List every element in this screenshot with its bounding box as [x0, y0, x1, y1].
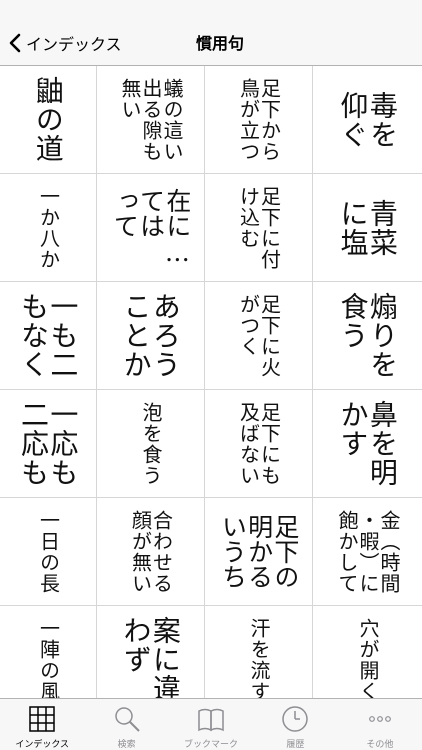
back-button[interactable]: インデックス [8, 28, 122, 58]
idiom-text: 案に違 わず [119, 616, 182, 698]
grid-icon [27, 704, 57, 734]
idiom-text: 煽りを 食う [336, 292, 399, 379]
tab-label: 履歴 [286, 740, 305, 750]
idiom-cell[interactable]: 一陣の風 [0, 606, 97, 698]
idiom-text: 足下から 鳥が立つ [236, 77, 282, 162]
idiom-text: 鼬の道 [31, 76, 65, 163]
idiom-cell[interactable]: 汗を流す [205, 606, 313, 698]
idiom-text: 一日の長 [36, 509, 61, 594]
idiom-cell[interactable]: 案に違 わず [97, 606, 205, 698]
idiom-cell[interactable]: 足下にも 及ばない [205, 390, 313, 498]
idiom-text: 合わせる 顔が無い [128, 509, 174, 594]
chevron-left-icon [9, 33, 21, 53]
idiom-text: 青菜 に塩 [336, 198, 399, 257]
navigation-bar: インデックス 慣用句 [0, 0, 422, 66]
idiom-cell[interactable]: 一日の長 [0, 498, 97, 606]
idiom-cell[interactable]: 合わせる 顔が無い [97, 498, 205, 606]
idiom-grid: 鼬の道 蟻の這い 出る隙も 無い 足下から 鳥が立つ 毒を 仰ぐ一か八か 在に… ては … [0, 66, 422, 698]
idiom-cell[interactable]: 穴が開く [313, 606, 422, 699]
idiom-cell[interactable]: 一応も 二応も [0, 390, 97, 498]
idiom-cell[interactable]: 煽りを 食う [313, 282, 422, 390]
idiom-cell[interactable]: 足下に付 け込む [205, 174, 313, 282]
idiom-text: 鼻を明 かす [336, 400, 399, 487]
tab-label: インデックス [15, 740, 70, 750]
idiom-cell[interactable]: 足下から 鳥が立つ [205, 66, 313, 174]
idiom-text: 蟻の這い 出る隙も 無い [118, 77, 184, 162]
idiom-text: 足下にも 及ばない [236, 401, 282, 486]
tab-label: ブックマーク [184, 740, 239, 750]
idiom-text: 汗を流す [247, 617, 271, 699]
idiom-cell[interactable]: 足下の 明かる いうち [205, 498, 313, 606]
back-button-label: インデックス [26, 35, 122, 54]
idiom-cell[interactable]: 泡を食う [97, 390, 205, 498]
idiom-cell[interactable]: 金（時間 ・暇）に 飽かして [313, 498, 422, 606]
idiom-cell[interactable]: 足下に火 がつく [205, 282, 313, 390]
clock-icon [280, 704, 310, 734]
idiom-grid-inner: 鼬の道 蟻の這い 出る隙も 無い 足下から 鳥が立つ 毒を 仰ぐ一か八か 在に… ては … [0, 66, 422, 698]
idiom-cell[interactable]: 毒を 仰ぐ [313, 66, 422, 174]
idiom-cell[interactable]: 青菜 に塩 [313, 174, 422, 282]
idiom-cell[interactable]: 一か八か [0, 174, 97, 282]
idiom-text: 一か八か [36, 185, 61, 270]
tab-clock[interactable]: 履歴 [253, 699, 337, 750]
idiom-cell[interactable]: 蟻の這い 出る隙も 無い [97, 66, 205, 174]
idiom-text: 毒を 仰ぐ [336, 90, 399, 149]
idiom-cell[interactable]: 一も二 もなく [0, 282, 97, 390]
idiom-text: あろう ことか [119, 292, 182, 379]
idiom-text: 穴が開く [356, 617, 380, 699]
idiom-cell[interactable]: 在に… ては って [97, 174, 205, 282]
more-icon [365, 704, 395, 734]
idiom-text: 一陣の風 [36, 617, 61, 699]
tab-search[interactable]: 検索 [84, 699, 168, 750]
idiom-text: 足下に付 け込む [236, 185, 282, 270]
tab-grid[interactable]: インデックス [0, 699, 84, 750]
tab-label: その他 [366, 740, 394, 750]
tab-bar: インデックス 検索 ブックマーク 履歴 その他 [0, 698, 422, 750]
idiom-text: 足下の 明かる いうち [218, 514, 300, 589]
tab-book[interactable]: ブックマーク [169, 699, 253, 750]
search-icon [112, 704, 142, 734]
tab-label: 検索 [117, 740, 136, 750]
idiom-text: 一も二 もなく [17, 292, 80, 379]
idiom-text: 金（時間 ・暇）に 飽かして [335, 509, 401, 594]
tab-more[interactable]: その他 [338, 699, 422, 750]
book-icon [196, 704, 226, 734]
idiom-text: 在に… ては って [110, 188, 192, 267]
page-title: 慣用句 [195, 34, 244, 53]
idiom-cell[interactable]: 鼻を明 かす [313, 390, 422, 498]
idiom-text: 足下に火 がつく [236, 293, 282, 378]
idiom-cell[interactable]: 鼬の道 [0, 66, 97, 174]
idiom-text: 一応も 二応も [17, 400, 80, 487]
idiom-text: 泡を食う [139, 401, 163, 486]
idiom-cell[interactable]: あろう ことか [97, 282, 205, 390]
